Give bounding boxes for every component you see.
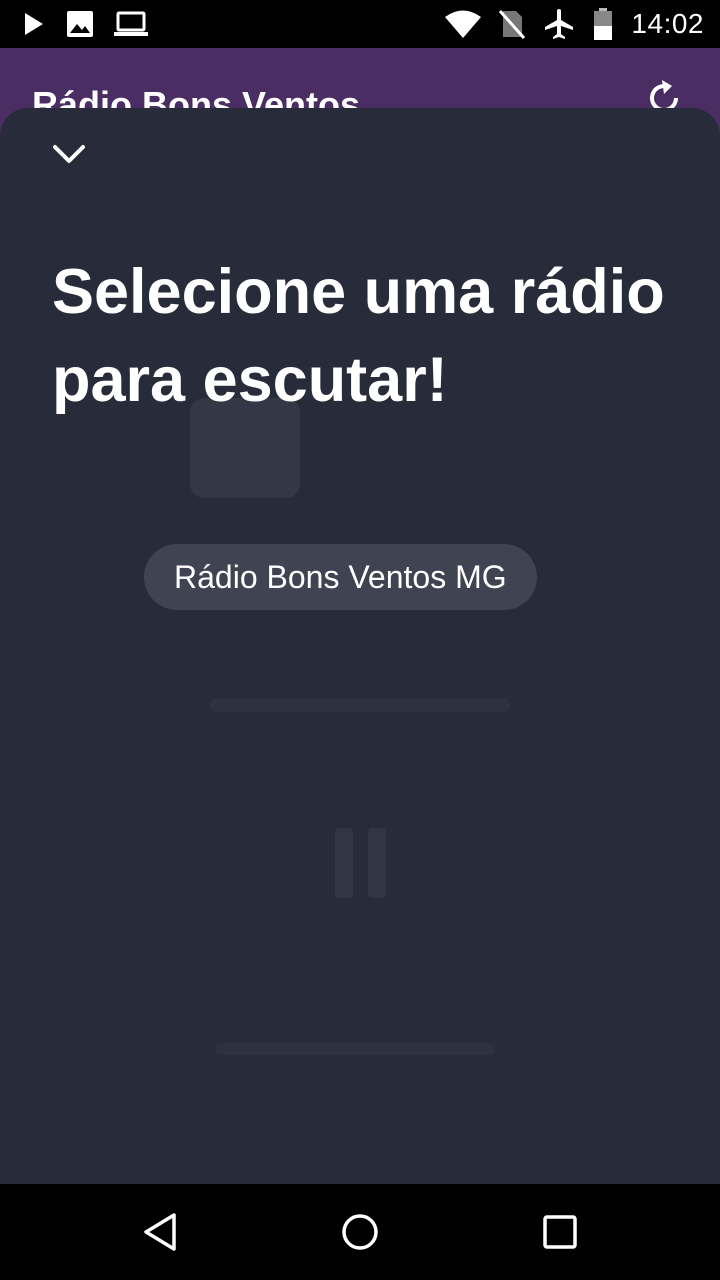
home-button[interactable] <box>336 1208 384 1256</box>
play-store-icon <box>22 11 46 37</box>
wifi-icon <box>445 10 482 38</box>
sheet-title: Selecione uma rádio para escutar! <box>52 257 665 415</box>
back-button[interactable] <box>136 1208 184 1256</box>
background-pause-bar <box>335 828 353 898</box>
status-right-icons: 14:02 <box>445 4 704 44</box>
status-left-icons <box>22 8 148 40</box>
status-time: 14:02 <box>631 8 704 39</box>
airplane-icon <box>543 8 575 40</box>
status-bar: 14:02 <box>0 0 720 48</box>
navigation-bar <box>0 1184 720 1280</box>
laptop-icon <box>114 10 148 38</box>
chevron-down-icon <box>53 145 85 163</box>
background-divider <box>215 1043 495 1055</box>
recents-button[interactable] <box>536 1208 584 1256</box>
home-icon <box>342 1214 378 1250</box>
back-icon <box>144 1213 176 1251</box>
background-pause-bar <box>368 828 386 898</box>
recents-icon <box>543 1215 577 1249</box>
battery-icon <box>593 8 613 40</box>
collapse-button[interactable] <box>46 134 92 174</box>
station-chip[interactable]: Rádio Bons Ventos MG <box>144 544 537 610</box>
background-divider <box>210 698 510 712</box>
no-sim-icon <box>499 9 526 39</box>
station-select-sheet: Selecione uma rádio para escutar! Rádio … <box>0 108 720 1184</box>
image-icon <box>66 10 94 38</box>
